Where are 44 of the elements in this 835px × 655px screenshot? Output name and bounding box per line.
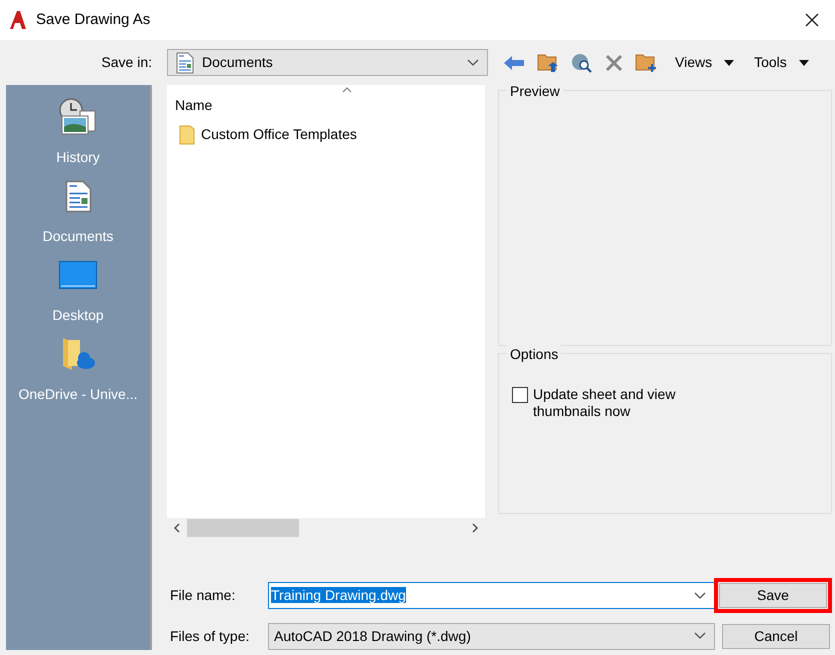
delete-icon[interactable] — [605, 54, 623, 72]
file-type-dropdown[interactable]: AutoCAD 2018 Drawing (*.dwg) — [268, 622, 715, 650]
chevron-down-icon — [694, 592, 706, 600]
close-icon[interactable] — [805, 13, 819, 27]
globe-search-icon[interactable] — [571, 52, 593, 72]
folder-icon — [179, 124, 195, 144]
tools-menu-button[interactable]: Tools — [754, 52, 787, 73]
cancel-button[interactable]: Cancel — [722, 624, 830, 648]
new-folder-icon[interactable] — [635, 52, 657, 72]
field-value: Training Drawing.dwg — [271, 586, 407, 605]
caret-icon[interactable] — [724, 60, 734, 66]
folder-with-cloud-icon — [60, 336, 96, 372]
clock-and-pictures-icon — [58, 98, 98, 136]
column-header[interactable]: Name — [175, 95, 485, 116]
file-type-label: Files of type: — [169, 626, 250, 646]
document-icon — [64, 180, 92, 212]
document-icon — [176, 52, 194, 74]
save-in-dropdown[interactable]: Documents — [167, 49, 488, 76]
group-title: Options — [507, 344, 562, 365]
checkbox-label: Update sheet and view thumbnails now — [533, 386, 676, 420]
back-arrow-icon[interactable] — [503, 54, 525, 70]
views-menu-button[interactable]: Views — [675, 52, 712, 73]
checkbox[interactable] — [512, 387, 528, 403]
file-row[interactable]: Custom Office Templates — [179, 124, 485, 145]
place-label: History — [56, 148, 100, 167]
file-name-field[interactable]: Training Drawing.dwg — [268, 582, 715, 609]
dropdown-value: AutoCAD 2018 Drawing (*.dwg) — [274, 626, 472, 646]
file-name: Custom Office Templates — [201, 125, 357, 144]
place-label: OneDrive - Unive... — [18, 385, 138, 404]
place-label: Desktop — [52, 306, 104, 325]
window-title: Save Drawing As — [36, 10, 150, 30]
save-in-label: Save in: — [100, 53, 152, 72]
scrollbar-thumb[interactable] — [187, 519, 299, 537]
monitor-icon — [59, 261, 97, 289]
chevron-down-icon — [694, 632, 706, 640]
sort-up-icon — [342, 87, 352, 93]
dropdown-value: Documents — [202, 53, 274, 72]
file-name-label: File name: — [169, 586, 236, 605]
save-button[interactable]: Save — [719, 583, 827, 608]
chevron-down-icon — [467, 58, 479, 66]
app-logo-icon — [8, 10, 28, 30]
folder-up-icon[interactable] — [537, 52, 559, 72]
place-label: Documents — [42, 227, 114, 246]
caret-icon[interactable] — [798, 60, 809, 66]
